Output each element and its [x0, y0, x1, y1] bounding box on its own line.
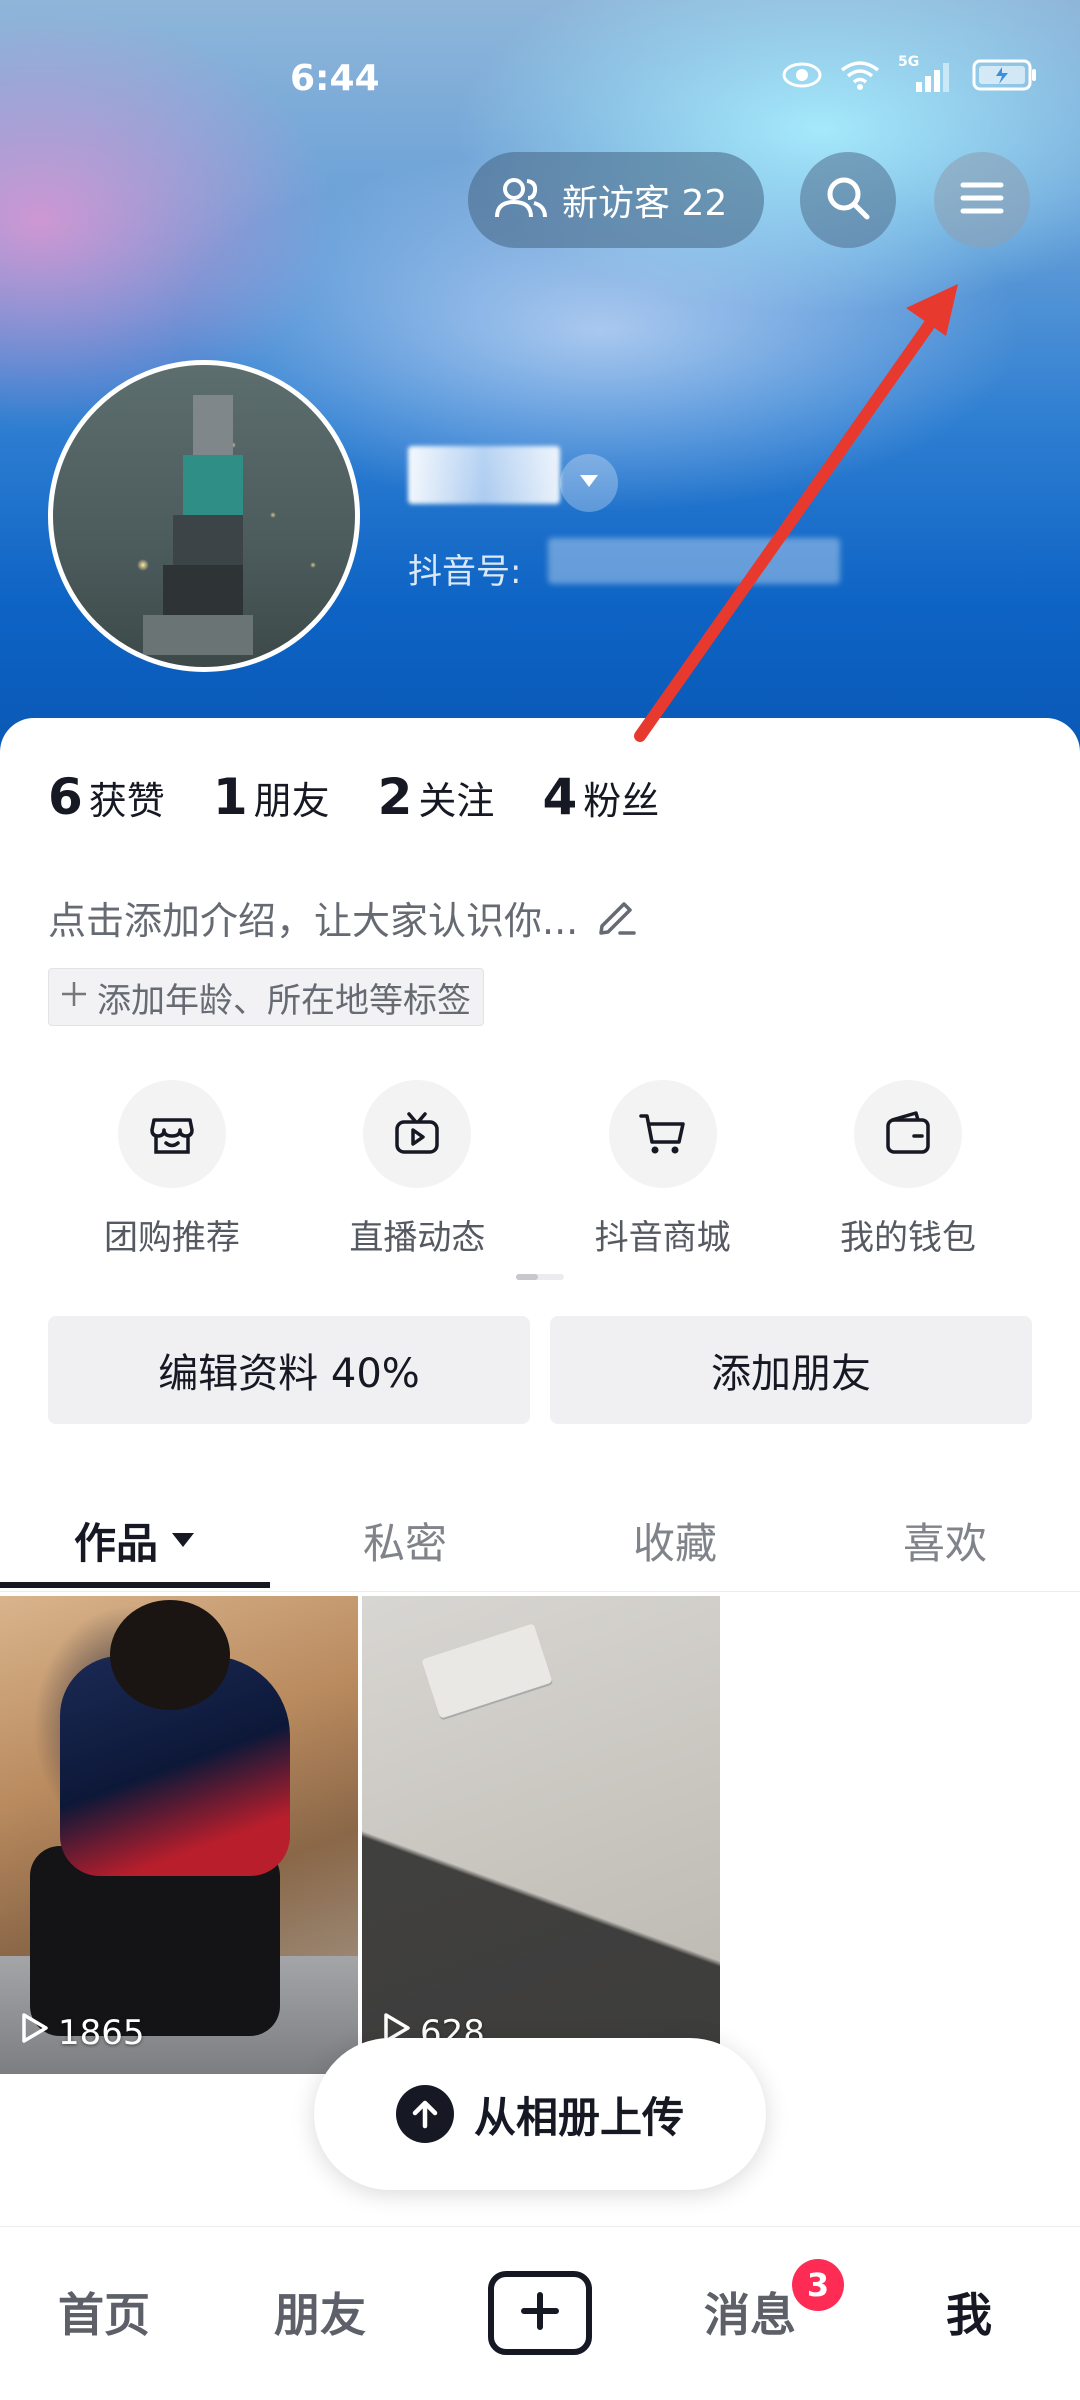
search-button[interactable]: [800, 152, 896, 248]
content-tabs: 作品 私密 收藏 喜欢: [0, 1488, 1080, 1592]
status-icons: 5G: [782, 54, 1038, 96]
signal-5g-icon: 5G: [898, 54, 954, 94]
status-time: 6:44: [290, 58, 380, 99]
people-icon: [494, 176, 548, 224]
add-friends-button[interactable]: 添加朋友: [550, 1316, 1032, 1424]
video-thumbnail[interactable]: 628: [362, 1596, 720, 2074]
username-redacted: [408, 446, 560, 504]
profile-banner: 6:44 5G 新访客 22 抖音号:: [0, 0, 1080, 760]
stat-following[interactable]: 2 关注: [378, 768, 495, 826]
nav-messages[interactable]: 消息: [704, 2279, 796, 2345]
bottom-nav: 首页 朋友 消息 3 我: [0, 2226, 1080, 2400]
arrow-up-icon: [395, 2085, 454, 2143]
active-tab-indicator: [0, 1582, 270, 1588]
wifi-icon: [840, 60, 880, 94]
douyin-id-redacted: [548, 538, 840, 584]
new-visitors-button[interactable]: 新访客 22: [468, 152, 764, 248]
shop-icon: [118, 1080, 226, 1188]
video-thumbnail[interactable]: 1865: [0, 1596, 358, 2074]
tab-likes[interactable]: 喜欢: [810, 1488, 1080, 1592]
shortcut-page-indicator: [516, 1274, 564, 1280]
cart-icon: [608, 1080, 717, 1188]
wallet-icon: [853, 1080, 962, 1188]
caret-down-icon: [170, 1531, 196, 1549]
bio-placeholder: 点击添加介绍，让大家认识你...: [48, 899, 579, 943]
add-tags-chip[interactable]: 添加年龄、所在地等标签: [48, 968, 484, 1026]
stat-friends[interactable]: 1 朋友: [213, 768, 330, 826]
shortcut-live[interactable]: 直播动态: [317, 1080, 517, 1259]
plus-icon: [59, 977, 89, 1018]
nav-me[interactable]: 我: [946, 2279, 992, 2345]
tab-private[interactable]: 私密: [270, 1488, 540, 1592]
shortcut-row: 团购推荐 直播动态 抖音商城 我的钱包: [48, 1080, 1032, 1259]
play-icon: [18, 2011, 50, 2054]
play-count: 1865: [18, 2011, 145, 2054]
shortcut-group-buy[interactable]: 团购推荐: [72, 1080, 272, 1259]
pencil-icon: [594, 894, 638, 942]
douyin-id-label: 抖音号:: [408, 552, 522, 592]
live-tv-icon: [363, 1080, 472, 1188]
shortcut-label: 我的钱包: [839, 1218, 976, 1258]
plus-icon: [518, 2289, 562, 2337]
menu-button[interactable]: [934, 152, 1030, 248]
new-visitors-label: 新访客 22: [562, 183, 728, 224]
shortcut-mall[interactable]: 抖音商城: [563, 1080, 763, 1259]
search-icon: [824, 174, 872, 226]
battery-icon: [972, 58, 1038, 96]
stat-followers[interactable]: 4 粉丝: [542, 768, 659, 826]
account-switch-button[interactable]: [560, 454, 618, 512]
messages-badge: 3: [792, 2259, 844, 2311]
shortcut-wallet[interactable]: 我的钱包: [808, 1080, 1008, 1259]
avatar-pixelated-figure: [193, 395, 233, 455]
nav-friends[interactable]: 朋友: [274, 2279, 366, 2345]
upload-label: 从相册上传: [473, 2092, 684, 2142]
avatar[interactable]: [48, 360, 360, 672]
add-tags-label: 添加年龄、所在地等标签: [97, 980, 471, 1021]
tab-works[interactable]: 作品: [0, 1488, 270, 1592]
tab-favorites[interactable]: 收藏: [540, 1488, 810, 1592]
create-post-button[interactable]: [488, 2271, 592, 2355]
upload-from-album-button[interactable]: 从相册上传: [314, 2038, 766, 2190]
stats-row: 6 获赞 1 朋友 2 关注 4 粉丝: [48, 768, 659, 826]
nav-home[interactable]: 首页: [58, 2279, 150, 2345]
stat-likes[interactable]: 6 获赞: [48, 768, 165, 826]
status-bar: 6:44 5G: [0, 0, 1080, 160]
shortcut-label: 直播动态: [349, 1218, 486, 1258]
edit-profile-button[interactable]: 编辑资料 40%: [48, 1316, 530, 1424]
shortcut-label: 抖音商城: [594, 1218, 731, 1258]
hamburger-menu-icon: [960, 180, 1004, 220]
caret-down-icon: [578, 473, 600, 493]
eye-icon: [782, 61, 822, 93]
shortcut-label: 团购推荐: [104, 1218, 240, 1258]
bio-edit[interactable]: 点击添加介绍，让大家认识你...: [48, 890, 638, 945]
